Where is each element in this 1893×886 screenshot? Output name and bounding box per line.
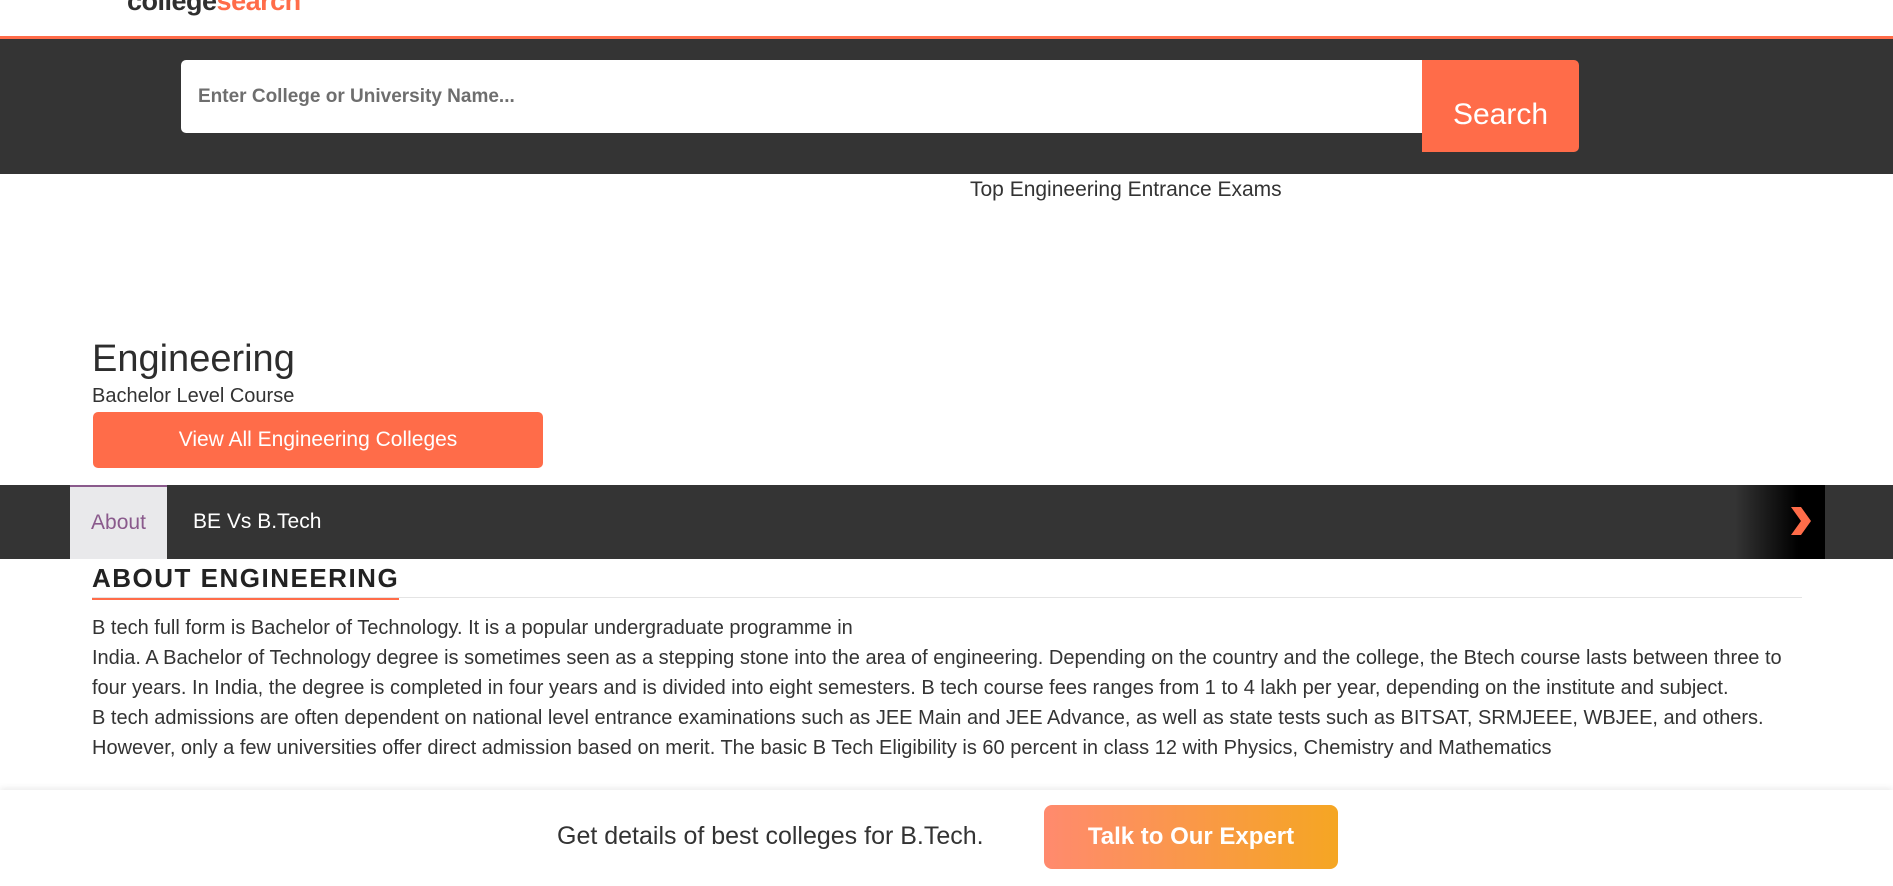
about-paragraph: B tech full form is Bachelor of Technolo… (92, 617, 853, 639)
tab-scroll-right-button[interactable] (1735, 485, 1825, 559)
site-logo[interactable]: collegesearch (127, 0, 301, 17)
site-header: collegesearch (0, 0, 1893, 39)
about-content: B tech full form is Bachelor of Technolo… (92, 613, 1812, 763)
cta-text: Get details of best colleges for B.Tech. (557, 822, 984, 850)
logo-text-college: college (127, 0, 217, 16)
search-button[interactable]: Search (1422, 60, 1579, 152)
about-paragraph: B tech admissions are often dependent on… (92, 707, 1764, 759)
logo-text-search: search (216, 0, 302, 16)
tab-about[interactable]: About (70, 485, 167, 559)
top-engineering-exams-link[interactable]: Top Engineering Entrance Exams (970, 178, 1282, 202)
chevron-right-icon (1791, 507, 1811, 535)
talk-to-expert-button[interactable]: Talk to Our Expert (1044, 805, 1338, 869)
course-title: Engineering (92, 338, 295, 380)
college-search-input[interactable] (181, 60, 1422, 133)
search-band: Search (0, 39, 1893, 174)
about-paragraph: India. A Bachelor of Technology degree i… (92, 647, 1782, 699)
about-heading: ABOUT ENGINEERING (92, 563, 400, 600)
expert-cta-bar: Get details of best colleges for B.Tech.… (0, 790, 1893, 886)
course-level: Bachelor Level Course (92, 385, 295, 407)
section-divider (92, 597, 1802, 598)
course-tab-nav: About BE Vs B.Tech (0, 485, 1893, 559)
tab-be-vs-btech[interactable]: BE Vs B.Tech (193, 485, 321, 559)
view-all-engineering-colleges-button[interactable]: View All Engineering Colleges (93, 412, 543, 468)
